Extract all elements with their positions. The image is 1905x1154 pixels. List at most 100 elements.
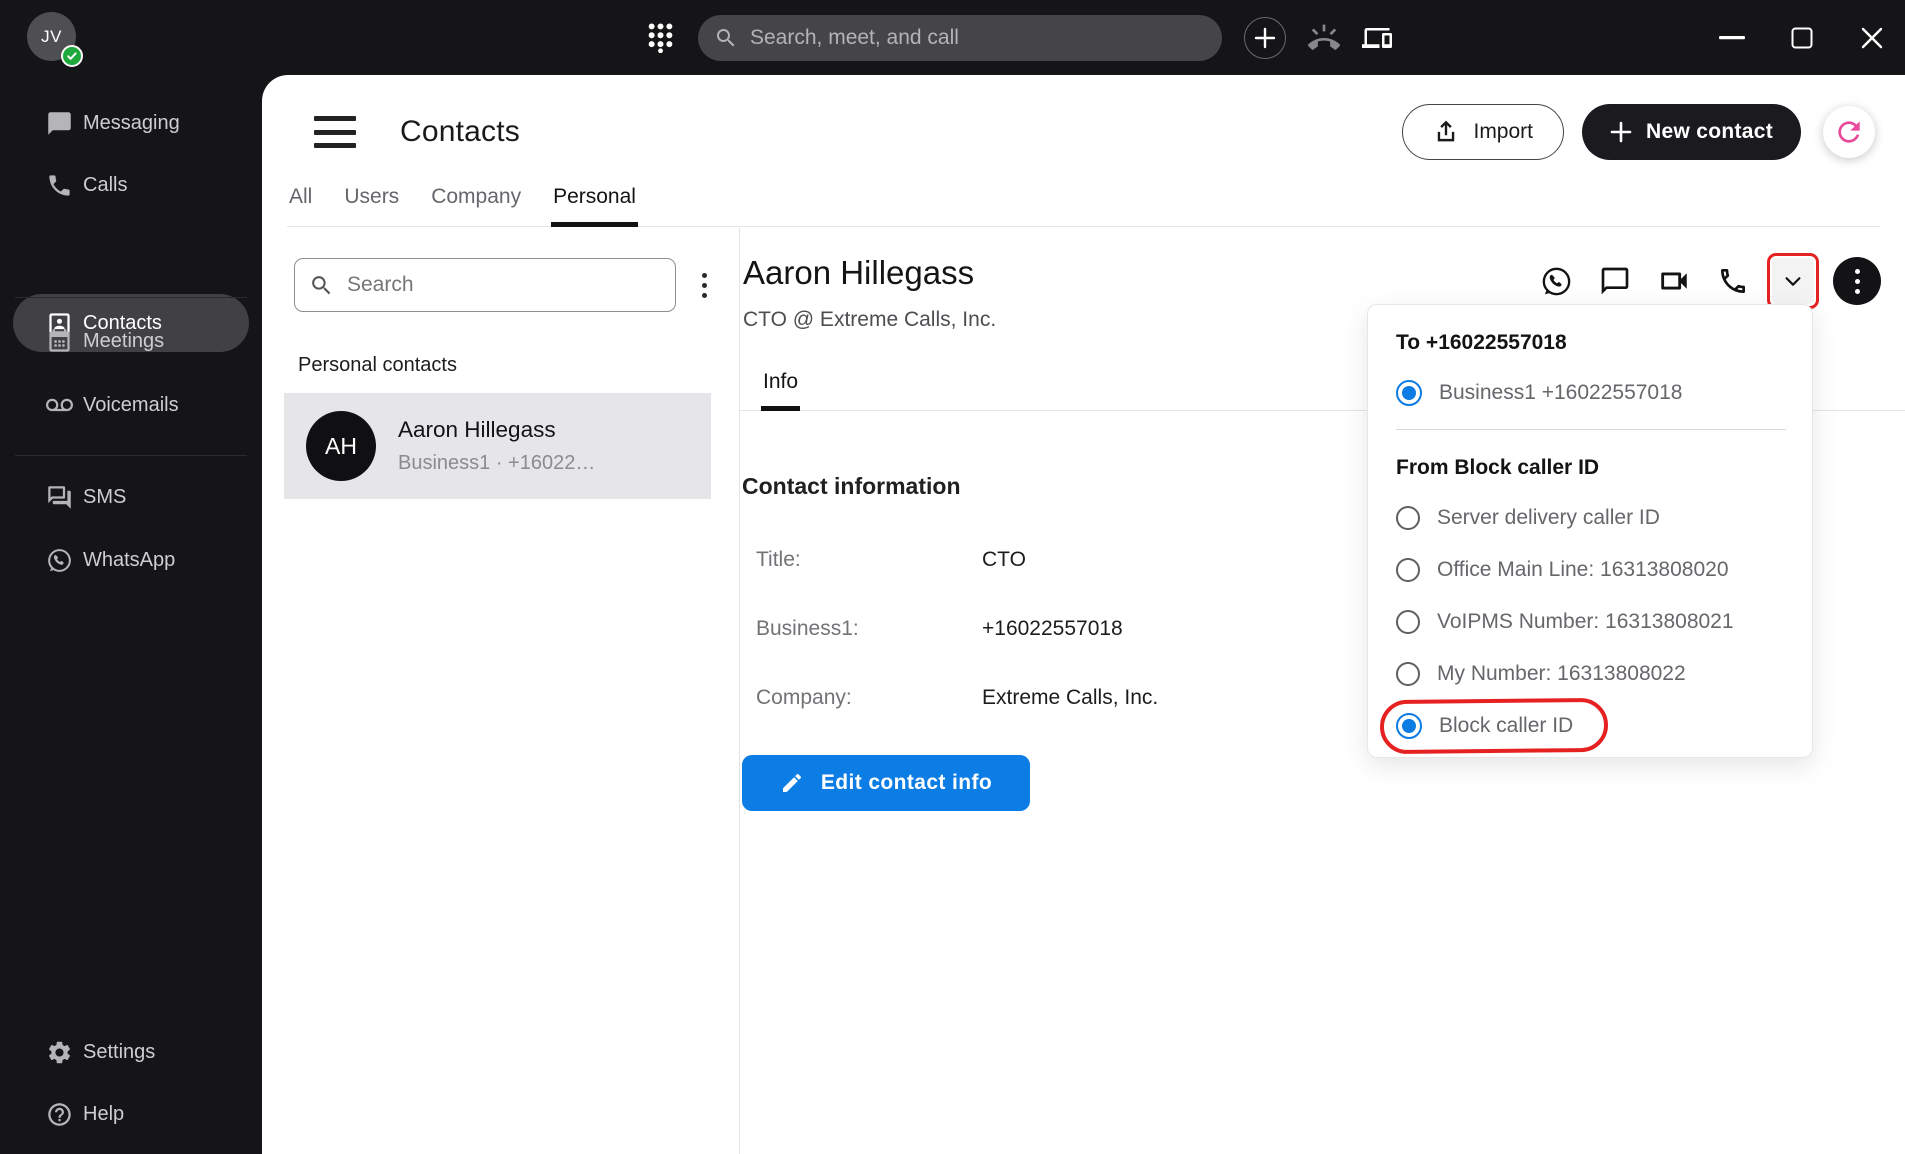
user-avatar[interactable]: JV: [27, 12, 76, 61]
chevron-down-icon: [1782, 270, 1804, 292]
sidebar-item-calls[interactable]: Calls: [0, 157, 262, 213]
phone-icon: [46, 172, 73, 199]
caller-id-dropdown-button[interactable]: [1772, 258, 1814, 304]
radio-icon[interactable]: [1396, 662, 1420, 686]
radio-icon[interactable]: [1396, 506, 1420, 530]
from-option-label: My Number: 16313808022: [1437, 662, 1686, 686]
from-option-my-number[interactable]: My Number: 16313808022: [1396, 660, 1786, 688]
global-search-input[interactable]: [750, 26, 1204, 50]
contacts-tabs: All Users Company Personal: [287, 185, 1880, 227]
contact-search[interactable]: [294, 258, 676, 312]
field-label: Company:: [756, 686, 982, 710]
sidebar-item-label: Messaging: [83, 112, 180, 135]
radio-selected-icon[interactable]: [1396, 380, 1422, 406]
refresh-button[interactable]: [1823, 106, 1875, 158]
whatsapp-icon: [46, 547, 73, 574]
to-option-label: Business1 +16022557018: [1439, 381, 1682, 405]
contact-list-panel: Personal contacts AH Aaron Hillegass Bus…: [262, 228, 740, 1154]
from-option-server-delivery[interactable]: Server delivery caller ID: [1396, 504, 1786, 532]
more-options-button[interactable]: [1833, 257, 1881, 305]
devices-icon[interactable]: [1362, 23, 1392, 53]
import-label: Import: [1473, 120, 1533, 144]
refresh-icon: [1833, 116, 1865, 148]
contact-list-item[interactable]: AH Aaron Hillegass Business1 · +16022…: [284, 393, 711, 499]
dialpad-icon[interactable]: [645, 20, 676, 55]
gear-icon: [46, 1039, 73, 1066]
sidebar-item-label: Settings: [83, 1041, 155, 1064]
menu-divider: [1396, 429, 1786, 430]
upload-icon: [1433, 119, 1459, 145]
check-icon: [66, 50, 78, 62]
field-value: +16022557018: [982, 617, 1123, 641]
app-window: JV: [0, 0, 1905, 1154]
contact-search-input[interactable]: [347, 273, 661, 297]
video-call-action-icon[interactable]: [1657, 264, 1691, 298]
contact-avatar: AH: [306, 411, 376, 481]
radio-icon[interactable]: [1396, 558, 1420, 582]
from-option-voipms-number[interactable]: VoIPMS Number: 16313808021: [1396, 608, 1786, 636]
call-to-heading: To +16022557018: [1396, 331, 1786, 355]
from-option-block-caller-id[interactable]: Block caller ID: [1396, 712, 1786, 740]
list-options-kebab-icon[interactable]: [696, 267, 713, 304]
radio-selected-icon[interactable]: [1396, 713, 1422, 739]
plus-icon: [1610, 121, 1632, 143]
pencil-icon: [780, 771, 804, 795]
sidebar-item-settings[interactable]: Settings: [0, 1024, 262, 1080]
from-option-label: Server delivery caller ID: [1437, 506, 1660, 530]
maximize-button[interactable]: [1785, 21, 1819, 55]
presence-available-badge: [61, 45, 83, 67]
plus-icon: [1254, 27, 1276, 49]
sms-icon: [46, 484, 73, 511]
sidebar-divider: [15, 455, 247, 456]
incoming-call-icon[interactable]: [1308, 22, 1340, 54]
sidebar-item-label: Help: [83, 1103, 124, 1126]
sidebar-item-sms[interactable]: SMS: [0, 469, 262, 525]
chat-bubble-icon: [46, 110, 73, 137]
close-button[interactable]: [1855, 21, 1889, 55]
tab-all[interactable]: All: [287, 185, 314, 226]
new-actions-button[interactable]: [1244, 17, 1286, 59]
tab-info[interactable]: Info: [761, 370, 800, 411]
voicemail-icon: [46, 392, 73, 419]
minimize-button[interactable]: [1715, 21, 1749, 55]
contacts-header: Contacts Import New contact: [314, 103, 1875, 161]
sidebar-item-whatsapp[interactable]: WhatsApp: [0, 532, 262, 588]
sidebar-item-help[interactable]: Help: [0, 1086, 262, 1142]
new-contact-button[interactable]: New contact: [1582, 104, 1801, 160]
import-button[interactable]: Import: [1402, 104, 1564, 160]
search-icon: [714, 26, 738, 50]
sidebar-item-label: Meetings: [83, 330, 164, 353]
sidebar-item-label: SMS: [83, 486, 126, 509]
tab-company[interactable]: Company: [429, 185, 523, 226]
page-title: Contacts: [400, 115, 520, 149]
sidebar-item-voicemails[interactable]: Voicemails: [0, 377, 262, 433]
sidebar: Messaging Calls Contacts Meetings Voicem…: [0, 75, 262, 1154]
contact-phone-summary: Business1 · +16022…: [398, 452, 595, 475]
from-option-label: Block caller ID: [1439, 714, 1573, 738]
to-option-business1[interactable]: Business1 +16022557018: [1396, 379, 1786, 407]
field-value: Extreme Calls, Inc.: [982, 686, 1158, 710]
radio-icon[interactable]: [1396, 610, 1420, 634]
edit-contact-label: Edit contact info: [821, 771, 992, 795]
search-icon: [309, 273, 334, 298]
hamburger-menu-icon[interactable]: [314, 115, 356, 149]
minimize-icon: [1719, 36, 1745, 40]
tab-personal[interactable]: Personal: [551, 185, 638, 227]
contact-group-label: Personal contacts: [298, 354, 739, 377]
from-option-label: Office Main Line: 16313808020: [1437, 558, 1729, 582]
from-option-office-main-line[interactable]: Office Main Line: 16313808020: [1396, 556, 1786, 584]
sidebar-item-messaging[interactable]: Messaging: [0, 95, 262, 151]
whatsapp-action-icon[interactable]: [1540, 265, 1573, 298]
global-search[interactable]: [698, 15, 1222, 61]
titlebar: JV: [0, 0, 1905, 75]
window-controls: [1715, 0, 1889, 75]
from-option-label: VoIPMS Number: 16313808021: [1437, 610, 1734, 634]
caller-id-menu: To +16022557018 Business1 +16022557018 F…: [1367, 304, 1813, 758]
sidebar-item-meetings[interactable]: Meetings: [0, 313, 262, 369]
field-value: CTO: [982, 548, 1026, 572]
call-action-icon[interactable]: [1717, 265, 1749, 297]
call-from-heading: From Block caller ID: [1396, 456, 1786, 480]
message-action-icon[interactable]: [1599, 265, 1631, 297]
tab-users[interactable]: Users: [342, 185, 401, 226]
edit-contact-button[interactable]: Edit contact info: [742, 755, 1030, 811]
